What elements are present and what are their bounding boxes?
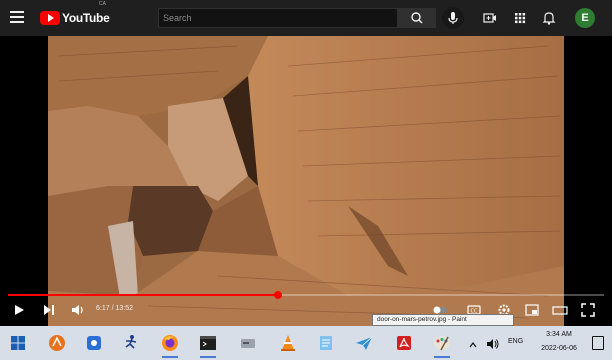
stick-figure-icon — [125, 335, 137, 349]
search-icon — [411, 12, 423, 24]
youtube-logo[interactable]: YouTube — [40, 10, 110, 26]
taskbar-app-disk[interactable] — [238, 333, 258, 353]
notifications-button[interactable] — [541, 10, 557, 26]
clock-time[interactable]: 3:34 AM — [538, 331, 580, 338]
taskbar-app-vlc-orange[interactable] — [47, 333, 67, 353]
apps-button[interactable] — [512, 10, 528, 26]
mute-button[interactable] — [70, 302, 86, 318]
firefox-icon — [162, 335, 178, 351]
next-button[interactable] — [42, 302, 56, 318]
mars-rock-image — [48, 36, 564, 326]
taskbar-app-stick-figure[interactable] — [121, 333, 141, 353]
apps-grid-icon — [515, 13, 526, 24]
taskbar-app-notes[interactable] — [316, 333, 336, 353]
terminal-active-indicator — [200, 356, 216, 358]
volume-tray-button[interactable] — [486, 337, 500, 355]
youtube-play-icon — [40, 11, 60, 25]
play-button[interactable] — [12, 302, 26, 318]
blue-app-icon — [87, 336, 101, 350]
video-camera-icon — [483, 13, 496, 23]
voice-search-button[interactable] — [442, 7, 464, 29]
paint-palette-icon — [434, 336, 450, 351]
theater-mode-button[interactable] — [552, 302, 568, 318]
notes-icon — [320, 336, 332, 350]
speaker-icon — [487, 339, 499, 349]
windows-start-icon — [11, 336, 25, 350]
skip-next-icon — [44, 305, 54, 315]
taskbar-app-blue[interactable] — [84, 333, 104, 353]
bell-icon — [542, 12, 556, 25]
windows-taskbar: ENG 3:34 AM 2022-06-06 — [0, 326, 612, 360]
language-indicator[interactable]: ENG — [508, 338, 523, 345]
volume-icon — [72, 305, 83, 315]
create-video-button[interactable] — [482, 10, 498, 26]
clock-date[interactable]: 2022-06-06 — [534, 345, 584, 352]
taskbar-app-vlc[interactable] — [278, 333, 298, 353]
microphone-icon — [448, 12, 458, 24]
progress-fill — [8, 294, 278, 296]
taskbar-tooltip: door-on-mars-petrov.jpg - Paint — [372, 314, 514, 326]
logo-country: CA — [99, 1, 106, 7]
taskbar-app-terminal[interactable] — [198, 333, 218, 353]
search-input[interactable]: Search — [158, 8, 398, 28]
paint-active-indicator — [434, 356, 450, 358]
search-button[interactable] — [398, 8, 436, 28]
vlc-cone-icon — [281, 335, 295, 351]
time-display: 6:17 / 13:52 — [96, 305, 133, 312]
logo-text: YouTube — [62, 11, 110, 25]
taskbar-app-paint[interactable] — [432, 333, 452, 353]
acrobat-icon — [397, 336, 411, 350]
video-frame[interactable] — [48, 36, 564, 326]
theater-mode-icon — [552, 306, 568, 315]
miniplayer-icon — [525, 304, 539, 316]
notification-center-icon[interactable] — [592, 336, 604, 350]
scrubber-handle[interactable] — [273, 291, 282, 299]
chevron-up-icon — [469, 342, 477, 348]
play-icon — [15, 305, 24, 315]
orange-app-icon — [49, 335, 65, 351]
show-hidden-icons-button[interactable] — [468, 337, 478, 355]
start-button[interactable] — [8, 333, 28, 353]
paper-plane-icon — [356, 336, 373, 350]
firefox-active-indicator — [162, 356, 178, 358]
disk-tool-icon — [241, 339, 255, 348]
taskbar-app-paper-plane[interactable] — [354, 333, 374, 353]
fullscreen-icon — [581, 303, 595, 317]
fullscreen-button[interactable] — [580, 302, 596, 318]
taskbar-app-acrobat[interactable] — [394, 333, 414, 353]
avatar[interactable]: E — [575, 8, 595, 28]
youtube-header: YouTube CA Search E — [0, 0, 612, 36]
taskbar-app-firefox[interactable] — [160, 333, 180, 353]
hamburger-menu-icon[interactable] — [10, 11, 24, 24]
miniplayer-button[interactable] — [524, 302, 540, 318]
terminal-icon — [200, 336, 216, 350]
progress-bar[interactable] — [8, 294, 604, 296]
